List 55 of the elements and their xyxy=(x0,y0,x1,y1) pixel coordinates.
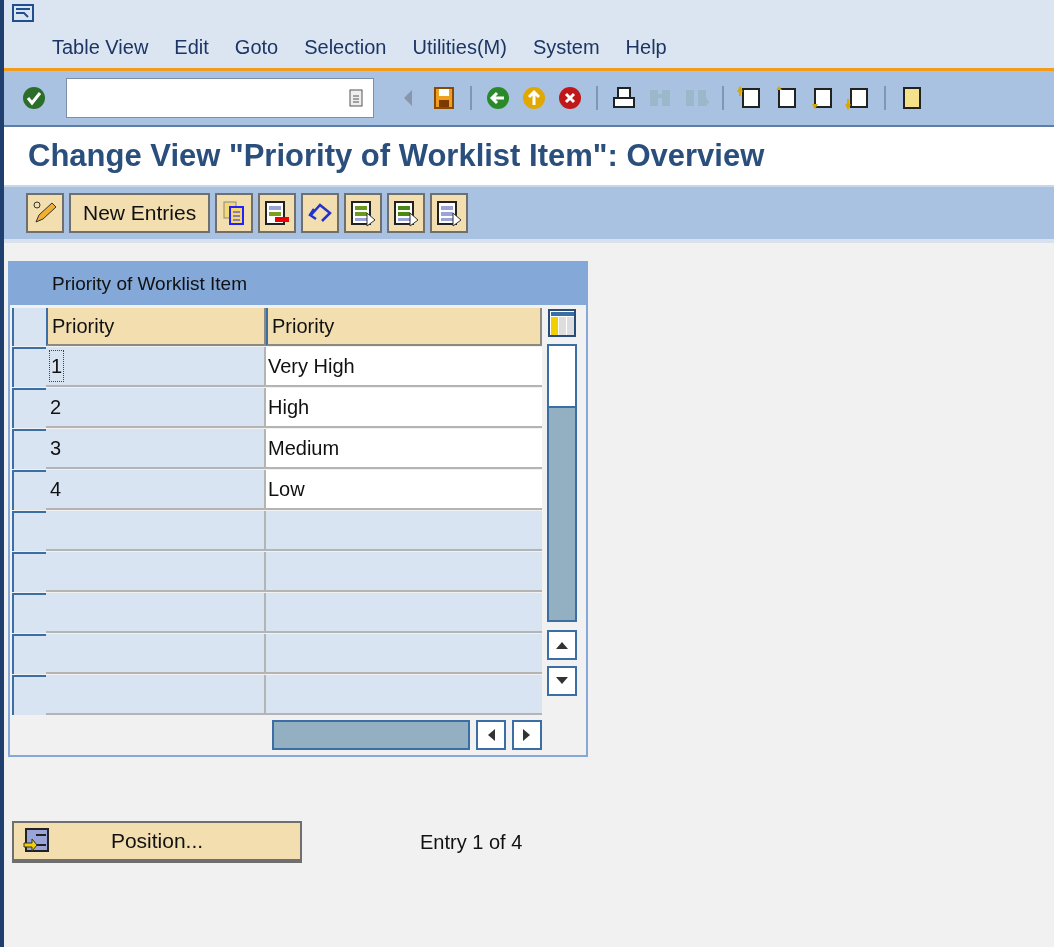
row-selector[interactable] xyxy=(12,347,46,387)
row-selector[interactable] xyxy=(12,552,46,592)
right-triangle-icon xyxy=(523,729,531,741)
menu-item[interactable]: Table View xyxy=(52,32,149,62)
column-header[interactable]: Priority xyxy=(46,308,266,346)
scroll-right-button[interactable] xyxy=(512,720,542,750)
table-cell: 2 xyxy=(46,388,266,428)
select-block-icon[interactable] xyxy=(387,193,426,233)
row-selector[interactable] xyxy=(12,470,46,510)
select-all-icon[interactable] xyxy=(344,193,383,233)
menu-icon[interactable] xyxy=(12,4,34,22)
position-button[interactable]: Position... xyxy=(12,821,302,863)
menu-item[interactable]: System xyxy=(532,32,600,62)
table-cell: 1 xyxy=(46,347,266,387)
undo-icon[interactable] xyxy=(301,193,340,233)
position-icon xyxy=(22,827,50,855)
column-header[interactable]: Priority xyxy=(266,308,542,346)
down-triangle-icon xyxy=(556,677,568,685)
menu-item[interactable]: Help xyxy=(625,32,667,62)
table-cell[interactable]: High xyxy=(266,388,542,428)
copy-icon[interactable] xyxy=(215,193,254,233)
column-settings-icon[interactable] xyxy=(547,308,577,338)
row-selector[interactable] xyxy=(12,593,46,633)
menu-item[interactable]: Edit xyxy=(174,32,209,62)
command-field[interactable] xyxy=(66,78,374,118)
select-all-cell[interactable] xyxy=(12,308,46,346)
entry-count: Entry 1 of 4 xyxy=(420,830,523,855)
table-cell: 3 xyxy=(46,429,266,469)
table-cell: 4 xyxy=(46,470,266,510)
horizontal-scrollbar[interactable] xyxy=(272,720,470,750)
table-cell[interactable]: Medium xyxy=(266,429,542,469)
page-title: Change View "Priority of Worklist Item": Overview xyxy=(28,136,765,175)
row-selector[interactable] xyxy=(12,675,46,715)
left-triangle-icon xyxy=(487,729,495,741)
vertical-scrollbar[interactable] xyxy=(547,344,577,622)
scroll-up-button[interactable] xyxy=(547,630,577,660)
scrollbar-thumb[interactable] xyxy=(549,346,575,408)
menu-item[interactable]: Utilities(M) xyxy=(412,32,507,62)
scroll-left-button[interactable] xyxy=(476,720,506,750)
table-cell[interactable]: Low xyxy=(266,470,542,510)
up-triangle-icon xyxy=(556,641,568,649)
menu-item[interactable]: Selection xyxy=(304,32,387,62)
table-title: Priority of Worklist Item xyxy=(10,263,586,305)
delete-row-icon[interactable] xyxy=(258,193,297,233)
edit-pencil-icon[interactable] xyxy=(26,193,64,233)
row-selector[interactable] xyxy=(12,511,46,551)
dropdown-icon[interactable] xyxy=(349,89,363,107)
table-cell[interactable]: Very High xyxy=(266,347,542,387)
new-entries-button[interactable]: New Entries xyxy=(69,193,211,233)
row-selector[interactable] xyxy=(12,634,46,674)
row-selector[interactable] xyxy=(12,388,46,428)
row-selector[interactable] xyxy=(12,429,46,469)
scroll-down-button[interactable] xyxy=(547,666,577,696)
menu-item[interactable]: Goto xyxy=(234,32,279,62)
deselect-all-icon[interactable] xyxy=(430,193,469,233)
